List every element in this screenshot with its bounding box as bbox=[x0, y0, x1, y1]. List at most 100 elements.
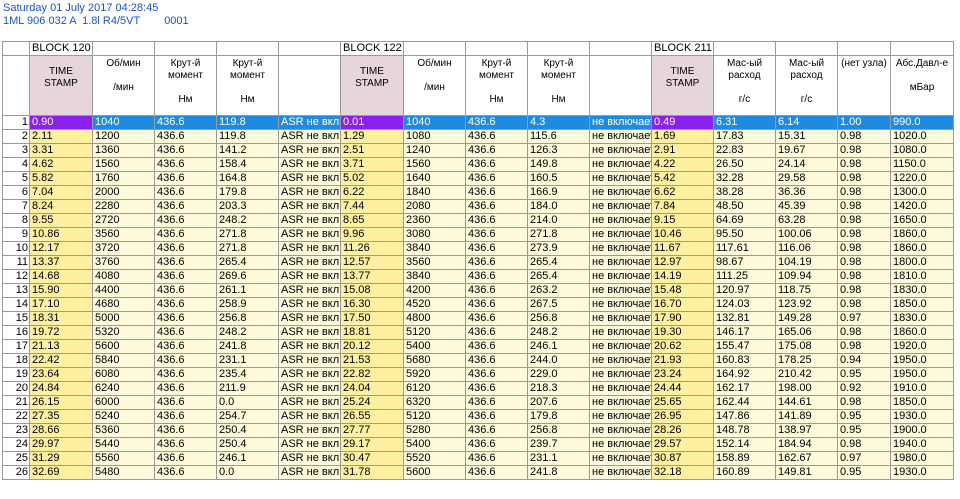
table-cell[interactable]: не включает bbox=[589, 311, 652, 326]
table-cell[interactable]: 0.98 bbox=[837, 213, 891, 228]
table-cell[interactable]: 165.06 bbox=[775, 325, 838, 340]
table-cell[interactable]: 436.6 bbox=[465, 185, 528, 200]
table-cell[interactable]: 0.94 bbox=[837, 353, 891, 368]
table-cell[interactable]: 0.98 bbox=[837, 255, 891, 270]
table-cell[interactable]: 1080 bbox=[403, 129, 466, 144]
table-cell[interactable]: не включает bbox=[589, 339, 652, 354]
table-cell[interactable]: 120.97 bbox=[713, 283, 776, 298]
row-index[interactable]: 7 bbox=[2, 199, 30, 214]
time-stamp-cell[interactable]: 5.02 bbox=[340, 171, 404, 186]
table-cell[interactable]: 166.9 bbox=[527, 185, 590, 200]
table-cell[interactable]: 3840 bbox=[403, 241, 466, 256]
table-cell[interactable]: 0.98 bbox=[837, 143, 891, 158]
time-stamp-cell[interactable]: 17.10 bbox=[29, 297, 93, 312]
table-cell[interactable]: 436.6 bbox=[465, 283, 528, 298]
time-stamp-cell[interactable]: 30.87 bbox=[651, 451, 714, 466]
table-cell[interactable]: 436.6 bbox=[465, 465, 528, 480]
time-stamp-cell[interactable]: 5.42 bbox=[651, 171, 714, 186]
table-cell[interactable]: 436.6 bbox=[154, 115, 217, 130]
table-cell[interactable]: 263.2 bbox=[527, 283, 590, 298]
time-stamp-cell[interactable]: 0.90 bbox=[29, 115, 93, 130]
table-cell[interactable]: 2720 bbox=[92, 213, 155, 228]
table-cell[interactable]: 436.6 bbox=[465, 395, 528, 410]
time-stamp-cell[interactable]: 4.22 bbox=[651, 157, 714, 172]
table-cell[interactable]: 1420.0 bbox=[890, 199, 954, 214]
row-index[interactable]: 4 bbox=[2, 157, 30, 172]
table-cell[interactable]: ASR не вкл bbox=[278, 423, 341, 438]
table-cell[interactable]: 1760 bbox=[92, 171, 155, 186]
table-cell[interactable]: ASR не вкл bbox=[278, 199, 341, 214]
row-index[interactable]: 16 bbox=[2, 325, 30, 340]
column-header[interactable]: TIME STAMP bbox=[29, 55, 93, 116]
table-cell[interactable]: 164.8 bbox=[216, 171, 279, 186]
time-stamp-cell[interactable]: 2.11 bbox=[29, 129, 93, 144]
row-index[interactable]: 8 bbox=[2, 213, 30, 228]
table-row[interactable]: 14 17.10 4680 436.6 258.9 ASR не вкл 16.30 4520… bbox=[2, 297, 954, 312]
time-stamp-cell[interactable]: 12.17 bbox=[29, 241, 93, 256]
table-cell[interactable]: 436.6 bbox=[465, 227, 528, 242]
table-cell[interactable]: 160.89 bbox=[713, 465, 776, 480]
table-cell[interactable]: 1560 bbox=[92, 157, 155, 172]
table-cell[interactable]: 5440 bbox=[92, 437, 155, 452]
table-cell[interactable]: 0.98 bbox=[837, 129, 891, 144]
table-cell[interactable]: ASR не вкл bbox=[278, 269, 341, 284]
table-cell[interactable]: 436.6 bbox=[154, 465, 217, 480]
time-stamp-cell[interactable]: 21.53 bbox=[340, 353, 404, 368]
table-cell[interactable]: 3720 bbox=[92, 241, 155, 256]
table-cell[interactable]: не включает bbox=[589, 255, 652, 270]
table-cell[interactable]: не включает bbox=[589, 269, 652, 284]
table-cell[interactable]: 29.58 bbox=[775, 171, 838, 186]
table-cell[interactable]: 162.67 bbox=[775, 451, 838, 466]
table-cell[interactable]: 203.3 bbox=[216, 199, 279, 214]
time-stamp-cell[interactable]: 16.30 bbox=[340, 297, 404, 312]
time-stamp-cell[interactable]: 21.93 bbox=[651, 353, 714, 368]
time-stamp-cell[interactable]: 3.71 bbox=[340, 157, 404, 172]
table-cell[interactable]: 149.28 bbox=[775, 311, 838, 326]
table-cell[interactable]: 104.19 bbox=[775, 255, 838, 270]
table-cell[interactable]: 1930.0 bbox=[890, 409, 954, 424]
table-cell[interactable]: 0.98 bbox=[837, 325, 891, 340]
table-cell[interactable]: 179.8 bbox=[527, 409, 590, 424]
table-cell[interactable]: 6.31 bbox=[713, 115, 776, 130]
table-cell[interactable]: 123.92 bbox=[775, 297, 838, 312]
table-row[interactable]: 5 5.82 1760 436.6 164.8 ASR не вкл 5.02 1640 436… bbox=[2, 171, 954, 186]
table-cell[interactable]: 4200 bbox=[403, 283, 466, 298]
table-row[interactable]: 25 31.29 5560 436.6 246.1 ASR не вкл 30.47 5520… bbox=[2, 451, 954, 466]
table-row[interactable]: 2 2.11 1200 436.6 119.8 ASR не вкл 1.29 1080 436… bbox=[2, 129, 954, 144]
table-cell[interactable]: 248.2 bbox=[527, 325, 590, 340]
column-header[interactable] bbox=[278, 55, 341, 116]
table-cell[interactable]: 436.6 bbox=[465, 171, 528, 186]
time-stamp-cell[interactable]: 19.72 bbox=[29, 325, 93, 340]
time-stamp-cell[interactable]: 12.57 bbox=[340, 255, 404, 270]
time-stamp-cell[interactable]: 31.29 bbox=[29, 451, 93, 466]
table-cell[interactable]: 5600 bbox=[403, 465, 466, 480]
column-header[interactable]: Мас-ый расход г/с bbox=[713, 55, 776, 116]
table-cell[interactable]: 267.5 bbox=[527, 297, 590, 312]
table-cell[interactable]: ASR не вкл bbox=[278, 451, 341, 466]
row-index[interactable]: 2 bbox=[2, 129, 30, 144]
table-cell[interactable]: 4520 bbox=[403, 297, 466, 312]
table-cell[interactable]: 118.75 bbox=[775, 283, 838, 298]
table-cell[interactable]: 436.6 bbox=[465, 241, 528, 256]
table-cell[interactable]: 1300.0 bbox=[890, 185, 954, 200]
table-cell[interactable]: 436.6 bbox=[465, 269, 528, 284]
row-index[interactable]: 12 bbox=[2, 269, 30, 284]
table-cell[interactable]: 116.06 bbox=[775, 241, 838, 256]
table-cell[interactable]: 4680 bbox=[92, 297, 155, 312]
table-cell[interactable]: не включает bbox=[589, 129, 652, 144]
table-cell[interactable]: 0.98 bbox=[837, 157, 891, 172]
table-cell[interactable]: не включает bbox=[589, 157, 652, 172]
table-cell[interactable]: 162.44 bbox=[713, 395, 776, 410]
table-row[interactable]: 22 27.35 5240 436.6 254.7 ASR не вкл 26.55 5120… bbox=[2, 409, 954, 424]
time-stamp-cell[interactable]: 0.01 bbox=[340, 115, 404, 130]
table-cell[interactable]: 207.6 bbox=[527, 395, 590, 410]
table-cell[interactable]: 1040 bbox=[92, 115, 155, 130]
row-index[interactable]: 17 bbox=[2, 339, 30, 354]
table-row[interactable]: 12 14.68 4080 436.6 269.6 ASR не вкл 13.77 3840… bbox=[2, 269, 954, 284]
time-stamp-cell[interactable]: 26.95 bbox=[651, 409, 714, 424]
table-cell[interactable]: 0.98 bbox=[837, 185, 891, 200]
table-cell[interactable]: 436.6 bbox=[154, 171, 217, 186]
table-cell[interactable]: не включает bbox=[589, 143, 652, 158]
column-header[interactable]: Крут-й момент Нм bbox=[216, 55, 279, 116]
table-cell[interactable]: 436.6 bbox=[465, 451, 528, 466]
